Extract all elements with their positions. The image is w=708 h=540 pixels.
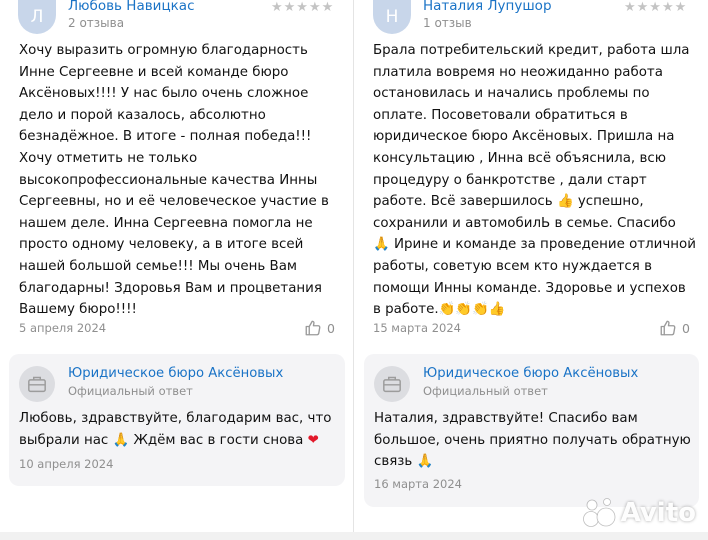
briefcase-icon xyxy=(383,376,401,393)
pray-emoji: 🙏 xyxy=(373,237,390,253)
avatar[interactable]: Н xyxy=(373,0,411,34)
reviewer-review-count: 2 отзыва xyxy=(68,16,125,30)
clap-emoji: 👏👏👏👍 xyxy=(438,302,506,318)
bottom-divider xyxy=(0,532,708,540)
thumbs-up-emoji: 👍 xyxy=(556,194,574,210)
like-count: 0 xyxy=(682,320,690,336)
like-button[interactable]: 0 xyxy=(659,319,690,337)
reviewer-header: Н Наталия Лупушор 1 отзыв ★★★★★ xyxy=(355,0,708,34)
reviewer-name[interactable]: Любовь Навицкас xyxy=(68,0,195,14)
review-footer: 15 марта 2024 0 xyxy=(373,321,690,339)
review-text: Брала потребительский кредит, работа шла… xyxy=(373,43,696,318)
rating-stars: ★★★★★ xyxy=(271,0,335,15)
reviewer-header: Л Любовь Навицкас 2 отзыва ★★★★★ xyxy=(0,0,353,34)
reply-date: 16 марта 2024 xyxy=(374,477,462,491)
review-card-left: Л Любовь Навицкас 2 отзыва ★★★★★ Хочу вы… xyxy=(0,0,354,540)
avito-logo-icon xyxy=(582,498,616,527)
heart-emoji: ❤ xyxy=(307,432,319,448)
org-name[interactable]: Юридическое бюро Аксёновых xyxy=(423,366,638,381)
review-card-right: Н Наталия Лупушор 1 отзыв ★★★★★ Брала по… xyxy=(355,0,708,540)
official-reply-label: Официальный ответ xyxy=(68,384,193,398)
like-count: 0 xyxy=(327,320,335,336)
reply-date: 10 апреля 2024 xyxy=(19,457,114,471)
review-date: 15 марта 2024 xyxy=(373,321,461,335)
review-footer: 5 апреля 2024 0 xyxy=(19,321,335,339)
org-avatar[interactable] xyxy=(374,366,410,402)
avatar[interactable]: Л xyxy=(18,0,56,34)
pray-emoji: 🙏 xyxy=(416,454,434,470)
org-avatar[interactable] xyxy=(19,366,55,402)
org-name[interactable]: Юридическое бюро Аксёновых xyxy=(68,366,283,381)
reply-text: Наталия, здравствуйте! Спасибо вам больш… xyxy=(374,411,691,470)
like-button[interactable]: 0 xyxy=(304,319,335,337)
avito-watermark: Avito xyxy=(582,498,696,528)
review-text: Хочу выразить огромную благодарность Инн… xyxy=(19,43,329,318)
reviewer-name[interactable]: Наталия Лупушор xyxy=(423,0,552,14)
thumb-up-icon xyxy=(660,320,676,336)
briefcase-icon xyxy=(28,376,46,393)
official-reply-label: Официальный ответ xyxy=(423,384,548,398)
official-reply: Юридическое бюро Аксёновых Официальный о… xyxy=(364,354,699,507)
official-reply: Юридическое бюро Аксёновых Официальный о… xyxy=(9,354,345,486)
pray-emoji: 🙏 xyxy=(112,432,130,448)
watermark-text: Avito xyxy=(620,498,696,528)
review-date: 5 апреля 2024 xyxy=(19,321,107,335)
thumb-up-icon xyxy=(305,320,321,336)
reply-text: Любовь, здравствуйте, благодарим вас, чт… xyxy=(19,411,332,448)
reviewer-review-count: 1 отзыв xyxy=(423,16,472,30)
rating-stars: ★★★★★ xyxy=(624,0,688,15)
